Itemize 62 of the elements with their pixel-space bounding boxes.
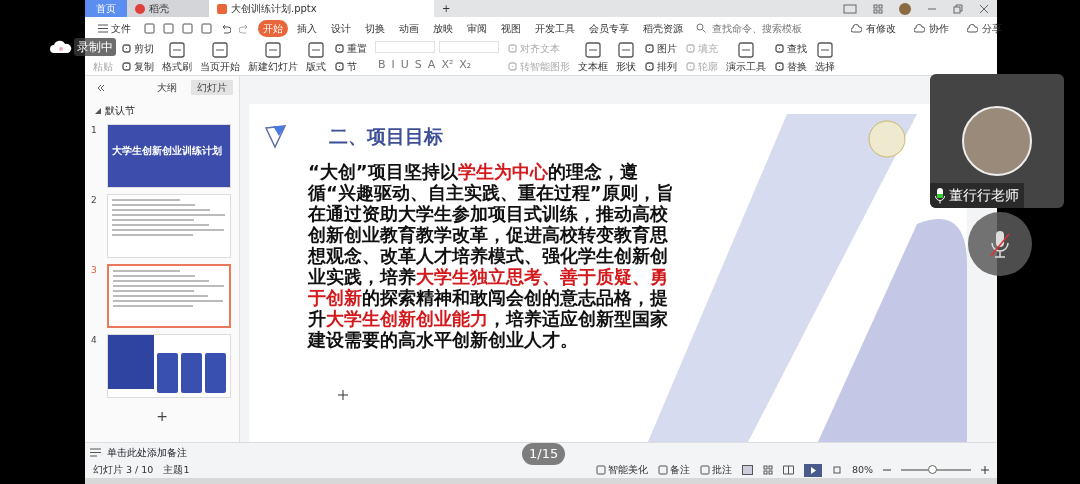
ribbon-button[interactable]: 版式 <box>306 40 326 74</box>
format-button[interactable]: X² <box>438 56 457 74</box>
recording-label: 录制中 <box>74 38 116 56</box>
panel-tab[interactable]: 幻灯片 <box>191 80 233 95</box>
ribbon-button[interactable]: 演示工具 <box>726 40 766 74</box>
ribbon-tab[interactable]: 切换 <box>360 19 391 37</box>
slide-number: 2 <box>91 194 98 207</box>
slide-paragraph: “大创”项目坚持以学生为中心的理念，遵循“兴趣驱动、自主实践、重在过程”原则，旨在通过资助大学生参加项目式训练，推动高校创新创业教育教学改革，促进高校转变教育思想观念、改革人才培养模式、强化学生创新创业实践，培养大学生独立思考、善于质疑、勇于创新的探索精神和敢闯会创的意志品格，提升大学生创新创业能力，培养适应创新型国家建设需要的高水平创新创业人才。 <box>308 160 675 350</box>
theme-label: 主题1 <box>163 462 190 477</box>
ribbon-button[interactable]: 文本框 <box>578 40 608 74</box>
format-button[interactable]: I <box>388 56 398 74</box>
zoom-label[interactable]: 80% <box>851 462 873 478</box>
format-button[interactable]: B <box>375 56 389 74</box>
format-button[interactable]: A <box>424 56 439 74</box>
ribbon-button[interactable]: 复制 <box>121 58 154 74</box>
toolbar-link[interactable]: 有修改 <box>846 19 902 37</box>
ribbon-tab[interactable]: 放映 <box>428 19 459 37</box>
ribbon-button[interactable]: 排列 <box>644 58 677 74</box>
ribbon-button[interactable]: 当页开始 <box>200 40 240 74</box>
ribbon-button[interactable]: 节 <box>334 58 367 74</box>
ribbon-button[interactable]: 查找 <box>774 40 807 56</box>
ribbon-button[interactable]: 图片 <box>644 40 677 56</box>
status-button[interactable]: 智能美化 <box>595 462 648 478</box>
status-button[interactable]: 备注 <box>657 462 690 478</box>
slide-title: 二、项目目标 <box>329 124 443 149</box>
slide-thumbnail[interactable]: 大学生创新创业训练计划 <box>107 124 231 188</box>
format-button[interactable]: X₂ <box>456 56 475 74</box>
slide-number: 4 <box>91 334 98 347</box>
ribbon-tab[interactable]: 动画 <box>394 19 425 37</box>
ribbon-button[interactable]: 格式刷 <box>162 40 192 74</box>
ribbon-tab[interactable]: 视图 <box>496 19 527 37</box>
ribbon-tab[interactable]: 开发工具 <box>530 19 581 37</box>
slide-number: 3 <box>91 264 98 277</box>
ribbon-tab[interactable]: 稻壳资源 <box>638 19 689 37</box>
format-button[interactable]: U <box>397 56 412 74</box>
notes-placeholder[interactable]: 单击此处添加备注 <box>107 445 187 460</box>
ribbon-tab[interactable]: 插入 <box>292 19 323 37</box>
ribbon-button[interactable]: 剪切 <box>121 40 154 56</box>
slide-number: 1 <box>91 124 98 137</box>
status-button[interactable]: 批注 <box>699 462 732 478</box>
thumbnail-title: 大学生创新创业训练计划 <box>112 144 223 158</box>
panel-tab[interactable]: 大纲 <box>151 80 183 95</box>
toolbar-link[interactable]: 分享 <box>962 19 1008 37</box>
ribbon-button[interactable]: 形状 <box>616 40 636 74</box>
ribbon-tab[interactable]: 设计 <box>326 19 357 37</box>
page-counter: 1/15 <box>522 443 566 465</box>
file-menu[interactable]: 文件 <box>93 19 137 37</box>
section-label: 默认节 <box>105 104 135 118</box>
file-tab[interactable]: 大创训练计划.pptx <box>209 0 434 17</box>
ribbon-button[interactable]: 新建幻灯片 <box>248 40 298 74</box>
slide-counter: 幻灯片 3 / 10 <box>93 462 154 477</box>
new-tab-button[interactable]: + <box>434 0 459 17</box>
ribbon-button[interactable]: 替换 <box>774 58 807 74</box>
participant-name: 董行行老师 <box>949 186 1019 205</box>
toolbar-link[interactable]: 协作 <box>909 19 955 37</box>
ribbon-button[interactable]: 选择 <box>815 40 835 74</box>
file-tab[interactable]: 稻壳 <box>127 0 209 17</box>
ribbon-tab[interactable]: 审阅 <box>462 19 493 37</box>
format-button[interactable]: S <box>411 56 425 74</box>
add-slide-button[interactable]: + <box>150 406 174 427</box>
ribbon-button[interactable]: 重置 <box>334 40 367 56</box>
ribbon-tab[interactable]: 会员专享 <box>584 19 635 37</box>
